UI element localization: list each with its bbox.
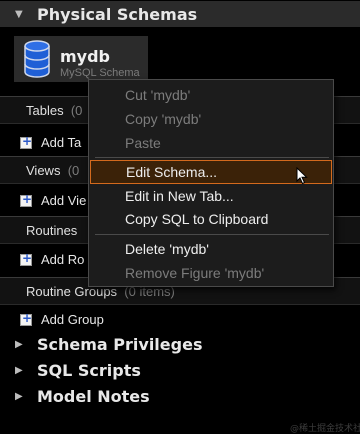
menu-separator — [95, 234, 329, 235]
add-icon — [20, 251, 32, 266]
add-icon — [20, 192, 32, 207]
menu-item-label: Cut 'mydb' — [125, 87, 191, 103]
menu-item-delete[interactable]: Delete 'mydb' — [89, 237, 333, 261]
category-label: Routines — [26, 223, 78, 238]
category-label: Views — [26, 163, 61, 178]
menu-item-label: Paste — [125, 135, 161, 151]
section-title: SQL Scripts — [37, 360, 141, 380]
add-label: Add Ro — [41, 252, 85, 267]
menu-item-copy[interactable]: Copy 'mydb' — [89, 107, 333, 131]
category-count: (0 — [70, 103, 83, 118]
add-label: Add Ta — [41, 135, 82, 150]
collapsed-arrow-icon[interactable]: ▶ — [15, 391, 29, 402]
collapsed-arrow-icon[interactable]: ▶ — [15, 365, 29, 376]
section-title: Physical Schemas — [37, 4, 198, 24]
section-physical-schemas[interactable]: ▼ Physical Schemas — [0, 1, 360, 27]
mouse-cursor-icon — [296, 167, 308, 185]
collapsed-arrow-icon[interactable]: ▶ — [15, 339, 29, 350]
section-model-notes[interactable]: ▶ Model Notes — [0, 383, 360, 409]
add-label: Add Group — [41, 312, 104, 327]
menu-item-label: Remove Figure 'mydb' — [125, 265, 265, 281]
menu-separator — [95, 157, 329, 158]
menu-item-label: Edit in New Tab... — [125, 188, 234, 204]
menu-item-label: Copy 'mydb' — [125, 111, 202, 127]
database-icon — [24, 40, 50, 78]
add-icon — [20, 311, 32, 326]
section-title: Model Notes — [37, 386, 150, 406]
section-sql-scripts[interactable]: ▶ SQL Scripts — [0, 357, 360, 383]
schema-name: mydb — [60, 47, 111, 66]
category-label: Tables — [26, 103, 64, 118]
menu-item-label: Edit Schema... — [126, 164, 218, 180]
menu-item-remove-figure[interactable]: Remove Figure 'mydb' — [89, 261, 333, 285]
section-title: Schema Privileges — [37, 334, 203, 354]
category-count: (0 — [67, 163, 80, 178]
menu-item-label: Copy SQL to Clipboard — [125, 211, 269, 227]
schema-type: MySQL Schema — [60, 67, 140, 79]
menu-item-edit-new-tab[interactable]: Edit in New Tab... — [89, 184, 333, 208]
expanded-arrow-icon[interactable]: ▼ — [15, 9, 29, 20]
menu-item-copy-sql[interactable]: Copy SQL to Clipboard — [89, 207, 333, 231]
section-schema-privileges[interactable]: ▶ Schema Privileges — [0, 331, 360, 357]
menu-item-label: Delete 'mydb' — [125, 241, 209, 257]
add-icon — [20, 134, 32, 149]
schema-tab-mydb[interactable]: mydb MySQL Schema — [14, 36, 148, 82]
add-label: Add Vie — [41, 193, 87, 208]
menu-item-paste[interactable]: Paste — [89, 131, 333, 155]
menu-item-cut[interactable]: Cut 'mydb' — [89, 83, 333, 107]
watermark: @稀土掘金技术社区 — [290, 424, 360, 434]
